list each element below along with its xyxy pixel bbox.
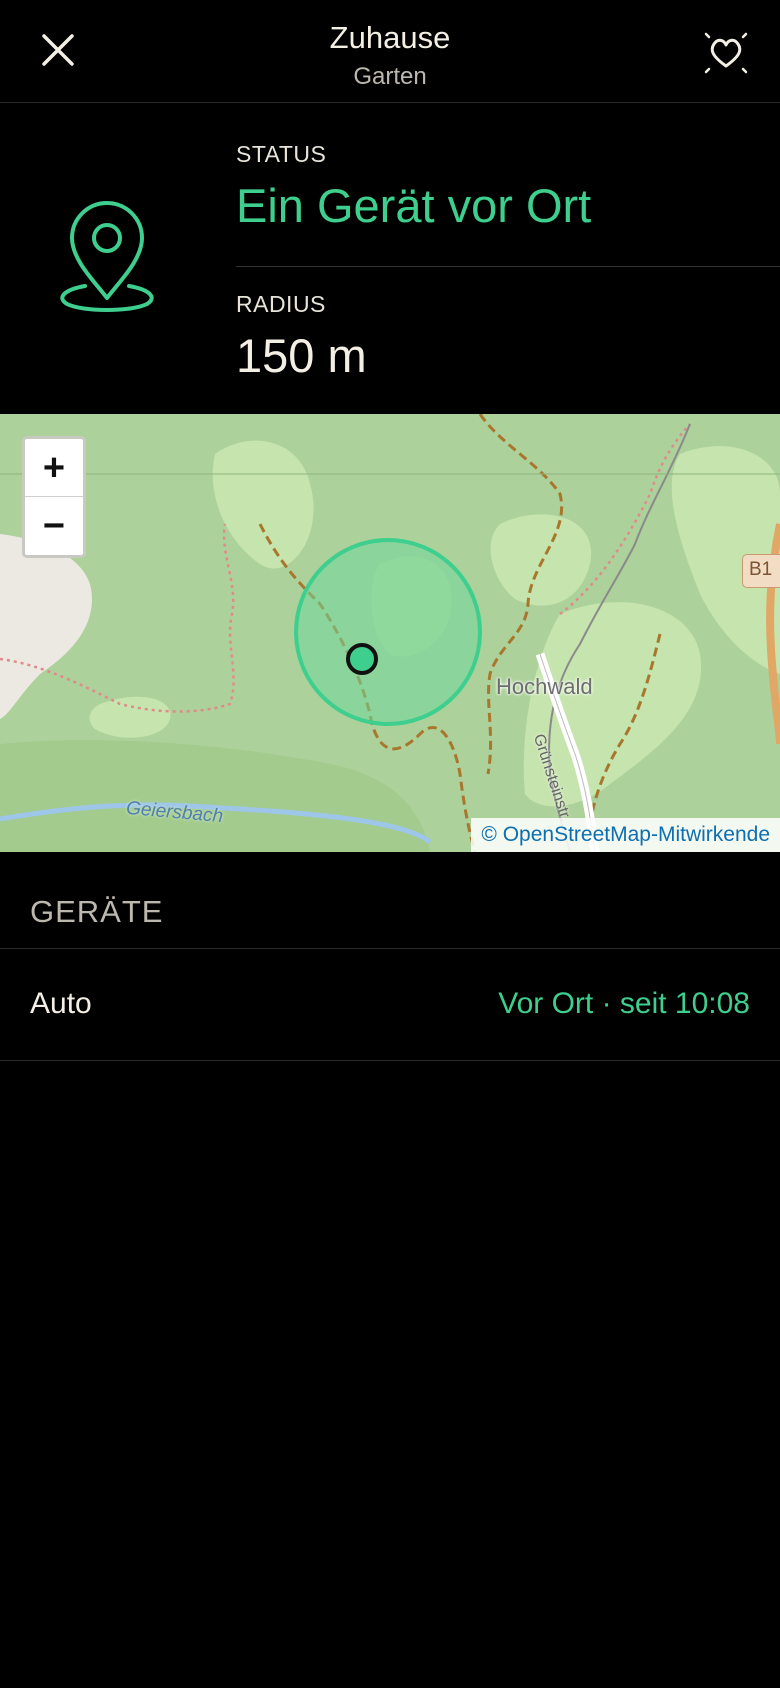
radius-block: RADIUS 150 m: [236, 289, 780, 399]
road-badge: B1: [742, 554, 780, 588]
heart-sparkle-icon: [704, 32, 748, 74]
radius-value: 150 m: [236, 329, 367, 382]
radius-label: RADIUS: [236, 291, 326, 317]
status-value: Ein Gerät vor Ort: [236, 179, 592, 232]
header: Zuhause Garten: [0, 0, 780, 103]
devices-title: GERÄTE: [30, 894, 164, 929]
device-status: Vor Ort · seit 10:08: [498, 987, 750, 1020]
location-pin-icon: [60, 201, 154, 312]
zoom-control: + −: [22, 436, 86, 558]
devices-section-header: GERÄTE: [0, 852, 780, 949]
device-name: Auto: [30, 987, 92, 1020]
map-attribution-link[interactable]: © OpenStreetMap-Mitwirkende: [471, 818, 780, 852]
map-view[interactable]: B1 Hochwald Geiersbach Grünsteinstr. + −…: [0, 414, 780, 852]
page-subtitle: Garten: [353, 63, 427, 90]
geofence-detail-screen: Zuhause Garten STATUS Ein Gerät vor Ort …: [0, 0, 780, 1688]
header-titles: Zuhause Garten: [0, 18, 780, 94]
device-row[interactable]: Auto Vor Ort · seit 10:08: [0, 949, 780, 1061]
zoom-out-button[interactable]: −: [25, 497, 83, 555]
favorite-button[interactable]: [694, 22, 758, 82]
status-label: STATUS: [236, 141, 327, 167]
status-block: STATUS Ein Gerät vor Ort: [236, 139, 780, 267]
zoom-in-button[interactable]: +: [25, 439, 83, 497]
map-tiles: [0, 414, 780, 852]
page-title: Zuhause: [329, 20, 451, 55]
geofence-info: STATUS Ein Gerät vor Ort RADIUS 150 m: [0, 103, 780, 414]
place-label-hochwald: Hochwald: [496, 674, 593, 699]
